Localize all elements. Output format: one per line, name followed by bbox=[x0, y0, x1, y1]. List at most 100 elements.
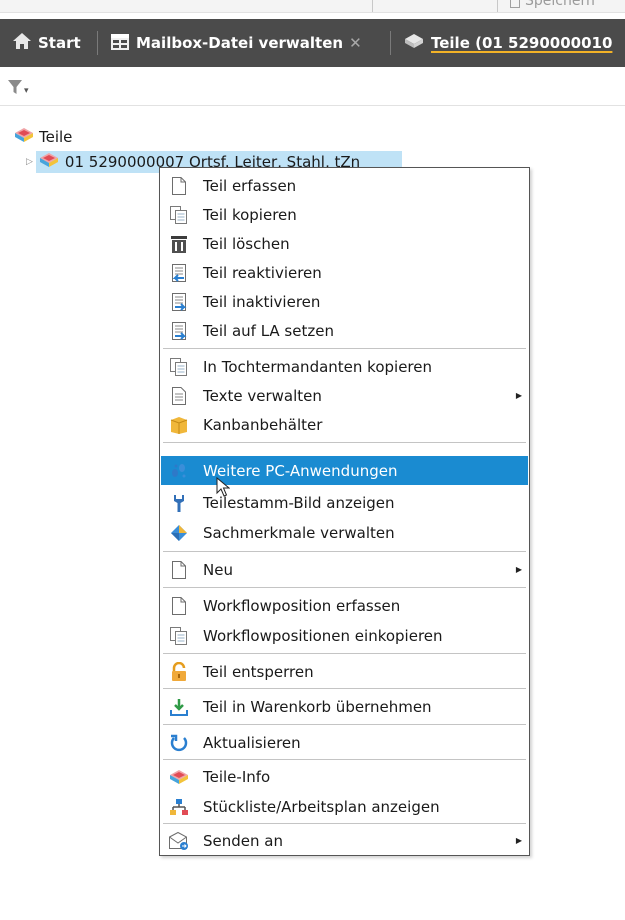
home-icon bbox=[12, 32, 32, 54]
submenu-arrow-icon: ▶ bbox=[515, 391, 522, 400]
trash-icon bbox=[168, 233, 190, 255]
refresh-icon bbox=[168, 732, 190, 754]
menu-item-aktualisieren[interactable]: Aktualisieren bbox=[161, 728, 528, 757]
menu-item-teil-loeschen[interactable]: Teil löschen bbox=[161, 229, 528, 258]
menu-separator bbox=[163, 724, 526, 725]
menu-separator bbox=[163, 653, 526, 654]
page-icon bbox=[168, 175, 190, 197]
send-mail-icon bbox=[168, 830, 190, 852]
menu-item-label: Teile-Info bbox=[203, 767, 271, 786]
deactivate-icon bbox=[168, 291, 190, 313]
menu-item-workflowposition-erfassen[interactable]: Workflowposition erfassen bbox=[161, 591, 528, 620]
menu-item-kanbanbehaelter[interactable]: Kanbanbehälter bbox=[161, 410, 528, 439]
tab-teile[interactable]: Teile (01 5290000010 bbox=[403, 19, 612, 67]
menu-item-label: Neu bbox=[203, 560, 233, 579]
menu-item-teil-erfassen[interactable]: Teil erfassen bbox=[161, 171, 528, 200]
menu-item-label: Weitere PC-Anwendungen bbox=[203, 461, 398, 480]
filter-bar: ▾ bbox=[0, 75, 625, 106]
menu-item-texte-verwalten[interactable]: Texte verwalten ▶ bbox=[161, 381, 528, 410]
parts-icon bbox=[168, 766, 190, 788]
tab-separator bbox=[97, 31, 98, 55]
menu-item-label: Teil inaktivieren bbox=[203, 292, 321, 311]
tab-label: Start bbox=[38, 34, 81, 52]
menu-item-label: Teil in Warenkorb übernehmen bbox=[203, 697, 432, 716]
menu-item-label: Teil entsperren bbox=[203, 662, 314, 681]
menu-item-senden-an[interactable]: Senden an ▶ bbox=[161, 826, 528, 855]
parts-icon bbox=[38, 151, 60, 173]
menu-separator bbox=[163, 348, 526, 349]
download-tray-icon bbox=[168, 696, 190, 718]
menu-separator bbox=[163, 823, 526, 824]
copy-icon bbox=[168, 356, 190, 378]
menu-item-label: Teil auf LA setzen bbox=[203, 321, 334, 340]
filter-icon bbox=[7, 78, 23, 100]
menu-item-label: Texte verwalten bbox=[203, 386, 322, 405]
menu-item-label: Teil löschen bbox=[203, 234, 290, 253]
page-icon bbox=[168, 559, 190, 581]
menu-item-teil-kopieren[interactable]: Teil kopieren bbox=[161, 200, 528, 229]
menu-item-teil-in-warenkorb-uebernehmen[interactable]: Teil in Warenkorb übernehmen bbox=[161, 692, 528, 721]
menu-item-stueckliste-arbeitsplan-anzeigen[interactable]: Stückliste/Arbeitsplan anzeigen bbox=[161, 792, 528, 821]
footprints-icon bbox=[168, 460, 190, 482]
save-button[interactable]: Speichern bbox=[525, 0, 595, 9]
menu-separator bbox=[163, 759, 526, 760]
menu-item-label: Sachmerkmale verwalten bbox=[203, 523, 395, 542]
unlock-icon bbox=[168, 661, 190, 683]
menu-item-sachmerkmale-verwalten[interactable]: Sachmerkmale verwalten bbox=[161, 518, 528, 547]
tab-separator bbox=[390, 31, 391, 55]
hierarchy-icon bbox=[168, 796, 190, 818]
copy-icon bbox=[168, 204, 190, 226]
tab-mailbox-datei[interactable]: Mailbox-Datei verwalten ✕ bbox=[110, 19, 362, 67]
menu-item-teil-auf-la-setzen[interactable]: Teil auf LA setzen bbox=[161, 316, 528, 345]
save-icon[interactable] bbox=[510, 0, 520, 8]
set-la-icon bbox=[168, 320, 190, 342]
submenu-arrow-icon: ▶ bbox=[515, 836, 522, 845]
menu-item-label: Teil erfassen bbox=[203, 176, 297, 195]
tab-label: Teile (01 5290000010 bbox=[431, 34, 613, 52]
menu-item-teil-inaktivieren[interactable]: Teil inaktivieren bbox=[161, 287, 528, 316]
toolbar-separator bbox=[372, 0, 373, 12]
menu-separator bbox=[163, 688, 526, 689]
menu-item-teil-reaktivieren[interactable]: Teil reaktivieren bbox=[161, 258, 528, 287]
menu-item-label: Stückliste/Arbeitsplan anzeigen bbox=[203, 797, 440, 816]
table-window-icon bbox=[110, 31, 130, 55]
menu-item-in-tochtermandanten-kopieren[interactable]: In Tochtermandanten kopieren bbox=[161, 352, 528, 381]
menu-item-workflowpositionen-einkopieren[interactable]: Workflowpositionen einkopieren bbox=[161, 621, 528, 650]
menu-item-label: In Tochtermandanten kopieren bbox=[203, 357, 432, 376]
submenu-arrow-icon: ▶ bbox=[515, 565, 522, 574]
close-icon[interactable]: ✕ bbox=[349, 34, 362, 52]
document-icon bbox=[168, 385, 190, 407]
reactivate-icon bbox=[168, 262, 190, 284]
menu-item-teil-entsperren[interactable]: Teil entsperren bbox=[161, 657, 528, 686]
chevron-down-icon: ▾ bbox=[24, 86, 29, 96]
parts-icon bbox=[403, 32, 425, 54]
menu-item-label: Teilestamm-Bild anzeigen bbox=[203, 493, 395, 512]
filter-button[interactable]: ▾ bbox=[7, 78, 29, 100]
page-icon bbox=[168, 595, 190, 617]
tab-bar: Start Mailbox-Datei verwalten ✕ Teile (0… bbox=[0, 19, 625, 67]
menu-item-neu[interactable]: Neu ▶ bbox=[161, 555, 528, 584]
expand-arrow-icon[interactable]: ▷ bbox=[26, 157, 33, 167]
tree-root-teile[interactable]: Teile bbox=[13, 126, 72, 148]
menu-item-label: Kanbanbehälter bbox=[203, 415, 323, 434]
menu-separator bbox=[163, 551, 526, 552]
menu-item-label: Workflowpositionen einkopieren bbox=[203, 626, 443, 645]
menu-item-label: Aktualisieren bbox=[203, 733, 301, 752]
menu-separator bbox=[163, 587, 526, 588]
box-icon bbox=[168, 414, 190, 436]
menu-item-label: Workflowposition erfassen bbox=[203, 596, 401, 615]
menu-item-teile-info[interactable]: Teile-Info bbox=[161, 762, 528, 791]
tab-label: Mailbox-Datei verwalten bbox=[136, 34, 344, 52]
mouse-cursor-icon bbox=[216, 476, 231, 501]
menu-separator bbox=[163, 442, 526, 443]
tab-start[interactable]: Start bbox=[12, 19, 81, 67]
toolbar-separator bbox=[497, 0, 498, 12]
menu-item-label: Teil kopieren bbox=[203, 205, 297, 224]
copy-icon bbox=[168, 625, 190, 647]
menu-item-label: Senden an bbox=[203, 831, 283, 850]
menu-item-label: Teil reaktivieren bbox=[203, 263, 322, 282]
wrench-icon bbox=[168, 492, 190, 514]
parts-icon bbox=[13, 126, 35, 148]
diamond-icon bbox=[168, 522, 190, 544]
tree-node-label: Teile bbox=[39, 128, 73, 146]
